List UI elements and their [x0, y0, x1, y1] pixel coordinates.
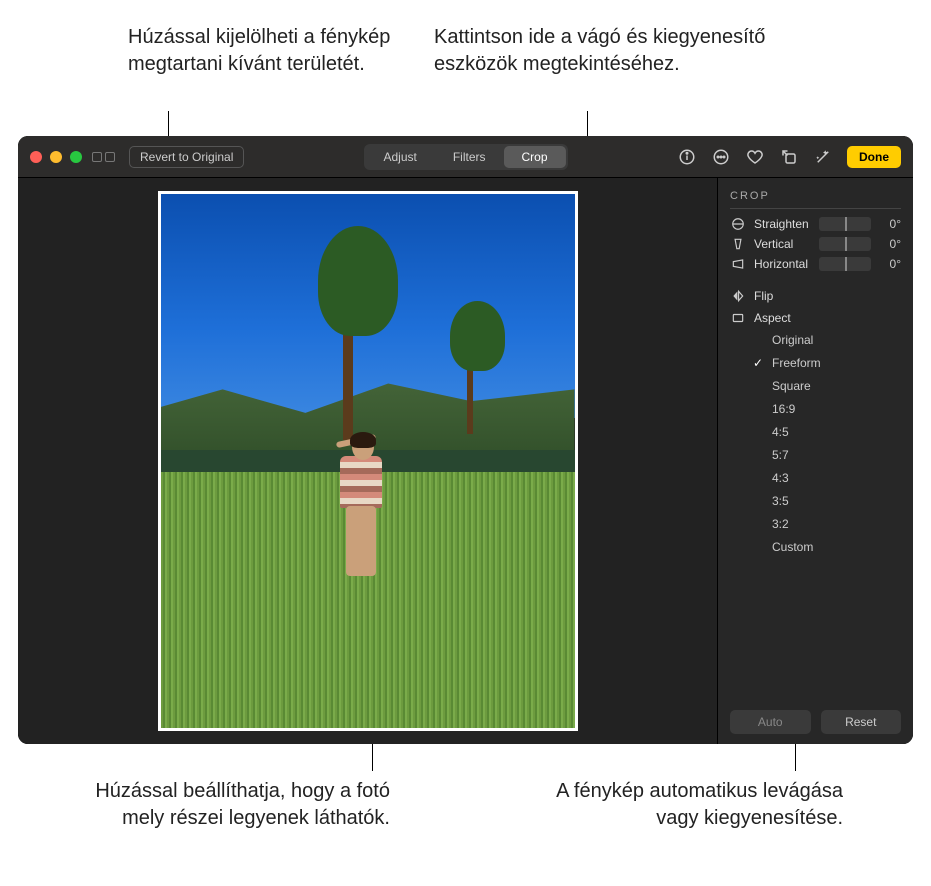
- aspect-custom-label: Custom: [772, 540, 813, 554]
- vertical-perspective-icon: [730, 237, 746, 251]
- vertical-label: Vertical: [754, 237, 811, 251]
- revert-to-original-button[interactable]: Revert to Original: [129, 146, 244, 168]
- maximize-window-button[interactable]: [70, 151, 82, 163]
- photos-edit-window: Revert to Original Adjust Filters Crop D…: [18, 136, 913, 744]
- crop-handle-bottom-right[interactable]: [560, 713, 578, 731]
- info-icon[interactable]: [677, 147, 697, 167]
- callout-crop-tools: Kattintson ide a vágó és kiegyenesítő es…: [434, 24, 774, 78]
- aspect-list: Original ✓Freeform Square 16:9 4:5 5:7 4…: [752, 331, 901, 556]
- favorite-icon[interactable]: [745, 147, 765, 167]
- straighten-label: Straighten: [754, 217, 811, 231]
- aspect-icon: [730, 311, 746, 325]
- aspect-freeform-label: Freeform: [772, 356, 821, 370]
- horizontal-value: 0°: [879, 257, 901, 271]
- vertical-value: 0°: [879, 237, 901, 251]
- aspect-square-label: Square: [772, 379, 811, 393]
- toolbar-right: Done: [677, 146, 901, 168]
- minimize-window-button[interactable]: [50, 151, 62, 163]
- crop-frame[interactable]: [158, 191, 578, 731]
- straighten-value: 0°: [879, 217, 901, 231]
- horizontal-slider[interactable]: [819, 257, 871, 271]
- window-titlebar: Revert to Original Adjust Filters Crop D…: [18, 136, 913, 178]
- horizontal-row: Horizontal 0°: [730, 257, 901, 271]
- magic-wand-icon[interactable]: [813, 147, 833, 167]
- vertical-slider[interactable]: [819, 237, 871, 251]
- aspect-4-3[interactable]: 4:3: [752, 469, 901, 487]
- edit-mode-tabs: Adjust Filters Crop: [363, 144, 567, 170]
- more-icon[interactable]: [711, 147, 731, 167]
- aspect-label: Aspect: [754, 311, 791, 325]
- crop-handle-top-left[interactable]: [158, 191, 176, 209]
- horizontal-perspective-icon: [730, 257, 746, 271]
- straighten-slider[interactable]: [819, 217, 871, 231]
- aspect-4-5-label: 4:5: [772, 425, 789, 439]
- aspect-original-label: Original: [772, 333, 813, 347]
- editor-content: CROP Straighten 0° Vertical 0°: [18, 178, 913, 744]
- window-controls: [30, 151, 82, 163]
- canvas-area: [18, 178, 717, 744]
- aspect-original[interactable]: Original: [752, 331, 901, 349]
- aspect-3-2-label: 3:2: [772, 517, 789, 531]
- aspect-3-2[interactable]: 3:2: [752, 515, 901, 533]
- straighten-icon: [730, 217, 746, 231]
- aspect-freeform[interactable]: ✓Freeform: [752, 354, 901, 372]
- aspect-square[interactable]: Square: [752, 377, 901, 395]
- reset-button[interactable]: Reset: [821, 710, 902, 734]
- photo-preview[interactable]: [161, 194, 575, 728]
- straighten-row: Straighten 0°: [730, 217, 901, 231]
- panel-title: CROP: [730, 190, 901, 209]
- callout-auto-crop: A fénykép automatikus levágása vagy kieg…: [553, 778, 843, 832]
- vertical-row: Vertical 0°: [730, 237, 901, 251]
- aspect-3-5-label: 3:5: [772, 494, 789, 508]
- aspect-16-9[interactable]: 16:9: [752, 400, 901, 418]
- horizontal-label: Horizontal: [754, 257, 811, 271]
- crop-panel: CROP Straighten 0° Vertical 0°: [717, 178, 913, 744]
- aspect-header[interactable]: Aspect: [730, 307, 901, 329]
- aspect-16-9-label: 16:9: [772, 402, 795, 416]
- callout-drag-select: Húzással kijelölheti a fénykép megtartan…: [128, 24, 408, 78]
- done-button[interactable]: Done: [847, 146, 901, 168]
- flip-button[interactable]: Flip: [730, 285, 901, 307]
- aspect-4-5[interactable]: 4:5: [752, 423, 901, 441]
- flip-label: Flip: [754, 289, 773, 303]
- crop-handle-bottom-left[interactable]: [158, 713, 176, 731]
- panel-footer: Auto Reset: [730, 700, 901, 734]
- aspect-5-7-label: 5:7: [772, 448, 789, 462]
- view-toggle[interactable]: [92, 152, 115, 162]
- aspect-5-7[interactable]: 5:7: [752, 446, 901, 464]
- tab-adjust[interactable]: Adjust: [365, 146, 434, 168]
- aspect-4-3-label: 4:3: [772, 471, 789, 485]
- flip-icon: [730, 289, 746, 303]
- crop-handle-top-right[interactable]: [560, 191, 578, 209]
- aspect-custom[interactable]: Custom: [752, 538, 901, 556]
- aspect-3-5[interactable]: 3:5: [752, 492, 901, 510]
- tab-crop[interactable]: Crop: [504, 146, 566, 168]
- callout-drag-visible: Húzással beállíthatja, hogy a fotó mely …: [80, 778, 390, 832]
- tab-filters[interactable]: Filters: [435, 146, 504, 168]
- rotate-icon[interactable]: [779, 147, 799, 167]
- auto-crop-button[interactable]: Auto: [730, 710, 811, 734]
- close-window-button[interactable]: [30, 151, 42, 163]
